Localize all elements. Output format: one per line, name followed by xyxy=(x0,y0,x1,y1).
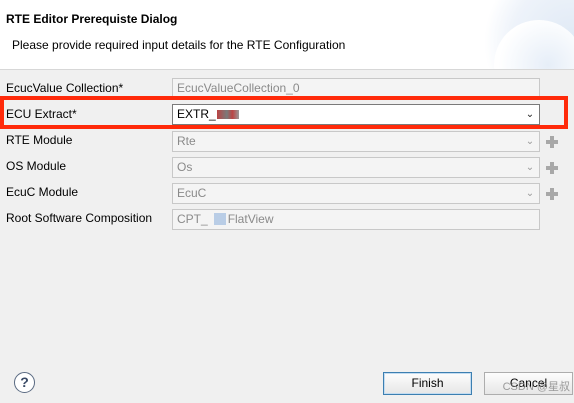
dialog-description: Please provide required input details fo… xyxy=(12,38,346,52)
chevron-down-icon: ⌄ xyxy=(525,136,535,147)
dialog-title: RTE Editor Prerequiste Dialog xyxy=(6,12,178,26)
ecu-extract-label: ECU Extract* xyxy=(6,107,77,121)
dialog-header: RTE Editor Prerequiste Dialog Please pro… xyxy=(0,0,574,70)
rte-module-combo: Rte ⌄ xyxy=(172,131,540,152)
plus-icon[interactable] xyxy=(545,161,559,175)
root-sw-composition-prefix: CPT_ xyxy=(177,212,208,226)
plus-icon[interactable] xyxy=(545,135,559,149)
ecuc-module-combo: EcuC ⌄ xyxy=(172,183,540,204)
ecuc-value-collection-label: EcucValue Collection* xyxy=(6,81,124,95)
ecuc-module-value: EcuC xyxy=(177,186,207,200)
ecu-extract-combo[interactable]: EXTR_ ⌄ xyxy=(172,104,540,125)
root-sw-composition-label: Root Software Composition xyxy=(6,211,153,225)
os-module-value: Os xyxy=(177,160,193,174)
os-module-combo: Os ⌄ xyxy=(172,157,540,178)
plus-icon[interactable] xyxy=(545,187,559,201)
os-module-label: OS Module xyxy=(6,159,67,173)
help-icon[interactable]: ? xyxy=(14,372,35,393)
redaction-mark xyxy=(216,110,239,120)
ecuc-module-label: EcuC Module xyxy=(6,185,79,199)
chevron-down-icon: ⌄ xyxy=(525,162,535,173)
root-sw-composition-field: CPT_ FlatView xyxy=(172,209,540,230)
ecu-extract-value: EXTR_ xyxy=(177,107,216,121)
chevron-down-icon: ⌄ xyxy=(525,188,535,199)
rte-module-label: RTE Module xyxy=(6,133,73,147)
finish-button[interactable]: Finish xyxy=(383,372,472,395)
ecuc-value-collection-field: EcucValueCollection_0 xyxy=(172,78,540,99)
redaction-mark xyxy=(213,213,226,225)
root-sw-composition-suffix: FlatView xyxy=(227,212,274,226)
chevron-down-icon[interactable]: ⌄ xyxy=(521,105,539,124)
watermark: CSDN @星叔 xyxy=(502,381,570,393)
rte-module-value: Rte xyxy=(177,134,196,148)
